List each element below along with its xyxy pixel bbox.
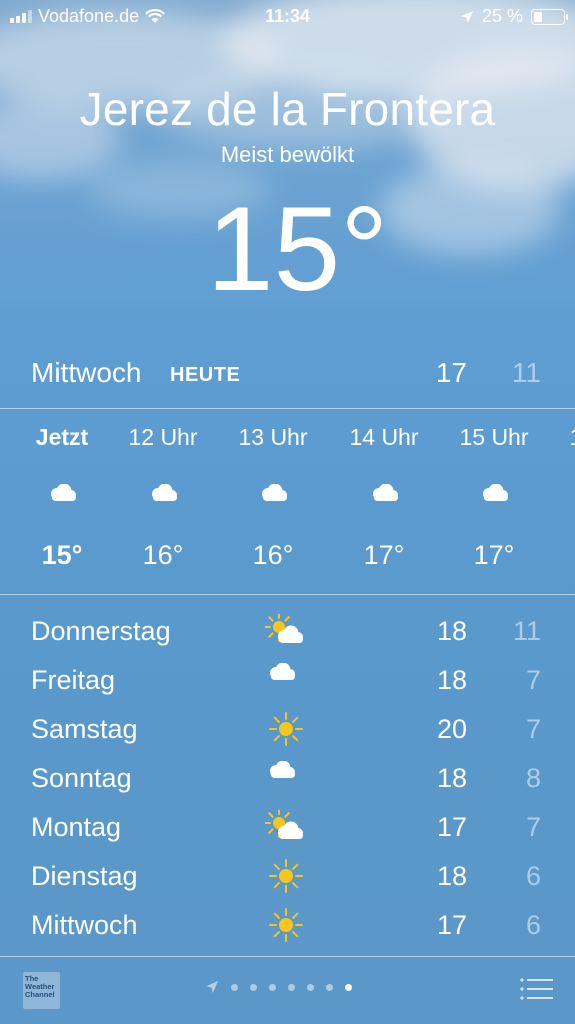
divider <box>0 594 575 595</box>
daily-high: 17 <box>436 812 467 842</box>
bottom-bar: The Weather Channel <box>0 958 575 1024</box>
page-dot[interactable] <box>307 983 314 991</box>
hourly-forecast[interactable]: Jetzt 15° 12 Uhr 16° 13 Uhr 16° 14 Uhr 1… <box>0 410 575 594</box>
daily-high: 18 <box>436 665 467 695</box>
daily-day-name: Montag <box>31 812 122 842</box>
cloud-icon <box>270 760 295 778</box>
divider <box>0 956 575 957</box>
daily-day-name: Sonntag <box>31 763 132 793</box>
hourly-time: Jetzt <box>35 424 89 450</box>
page-dot[interactable] <box>269 983 276 991</box>
partly-cloudy-icon <box>264 612 303 643</box>
daily-low: 7 <box>525 665 541 695</box>
hourly-time: 16 Uhr <box>549 424 575 451</box>
hourly-time: 15 Uhr <box>459 424 529 450</box>
cloud-icon <box>262 483 287 501</box>
page-dot[interactable] <box>231 983 238 991</box>
daily-day-name: Freitag <box>31 665 116 695</box>
divider <box>0 408 575 409</box>
current-temperature: 15° <box>206 182 389 316</box>
daily-high: 18 <box>436 763 467 793</box>
daily-low: 6 <box>525 910 541 940</box>
current-location-arrow-icon <box>206 981 218 993</box>
daily-row: Freitag 18 7 <box>0 657 575 706</box>
partly-cloudy-icon <box>264 808 303 839</box>
daily-high: 17 <box>436 910 467 940</box>
hourly-temp: 16° <box>252 540 294 570</box>
today-summary-row: Mittwoch HEUTE 17 11 <box>0 352 575 408</box>
daily-row: Dienstag 18 6 <box>0 853 575 902</box>
daily-day-name: Dienstag <box>31 861 138 891</box>
cloud-icon <box>51 483 76 501</box>
page-dot[interactable] <box>345 983 352 991</box>
hourly-time: 13 Uhr <box>238 424 308 450</box>
hourly-temp: 17° <box>549 540 575 571</box>
today-low: 11 <box>511 357 541 388</box>
status-bar: Vodafone.de 11:34 25 % <box>0 0 575 34</box>
today-day-name: Mittwoch <box>31 357 142 388</box>
daily-high: 18 <box>436 616 467 646</box>
hourly-time: 12 Uhr <box>128 424 198 450</box>
daily-row: Samstag 20 7 <box>0 706 575 755</box>
daily-row: Donnerstag 18 11 <box>0 608 575 657</box>
page-indicator[interactable] <box>205 980 352 994</box>
today-high: 17 <box>435 357 467 388</box>
page-dot[interactable] <box>326 983 333 991</box>
location-arrow-icon <box>460 10 473 23</box>
daily-low: 11 <box>512 616 541 646</box>
hourly-temp: 17° <box>473 540 515 570</box>
daily-row: Sonntag 18 8 <box>0 755 575 804</box>
daily-row: Montag 17 7 <box>0 804 575 853</box>
hourly-temp: 15° <box>41 540 83 570</box>
battery-percent: 25 % <box>481 6 523 26</box>
hourly-temp: 17° <box>363 540 405 570</box>
battery-icon <box>531 8 568 25</box>
hourly-time: 14 Uhr <box>349 424 419 450</box>
city-list-icon[interactable] <box>519 976 553 1002</box>
current-condition: Meist bewölkt <box>220 142 355 167</box>
daily-row: Mittwoch 17 6 <box>0 902 575 951</box>
sun-icon <box>269 859 303 893</box>
daily-low: 8 <box>525 763 541 793</box>
daily-day-name: Samstag <box>31 714 138 744</box>
cloud-icon <box>483 483 508 501</box>
daily-low: 6 <box>525 861 541 891</box>
sun-icon <box>269 712 303 746</box>
daily-high: 20 <box>436 714 467 744</box>
cloud-icon <box>152 483 177 501</box>
page-dot[interactable] <box>250 983 257 991</box>
daily-high: 18 <box>436 861 467 891</box>
city-name: Jerez de la Frontera <box>79 83 496 135</box>
daily-day-name: Donnerstag <box>31 616 171 646</box>
today-badge: HEUTE <box>170 364 241 386</box>
weather-channel-logo[interactable]: The Weather Channel <box>23 972 60 1009</box>
hourly-temp: 16° <box>142 540 184 570</box>
cloud-icon <box>373 483 398 501</box>
cloud-icon <box>270 662 295 680</box>
page-dot[interactable] <box>288 983 295 991</box>
sun-icon <box>269 908 303 942</box>
daily-day-name: Mittwoch <box>31 910 138 940</box>
daily-low: 7 <box>525 714 541 744</box>
daily-low: 7 <box>525 812 541 842</box>
